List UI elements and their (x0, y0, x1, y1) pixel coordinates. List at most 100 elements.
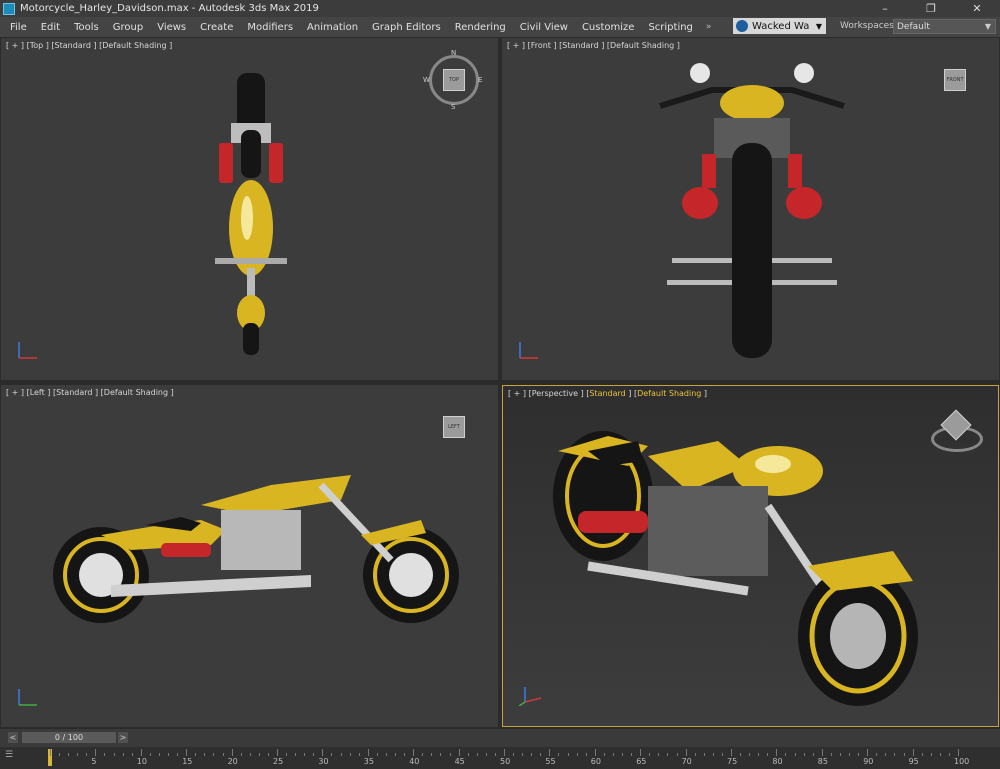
track-tick-line (376, 753, 378, 756)
track-tick-line (758, 753, 760, 756)
track-tick-line (213, 753, 215, 756)
track-tick-line (277, 749, 278, 756)
viewport-front-label[interactable]: [ + ] [Front ] [Standard ] [Default Shad… (507, 41, 680, 50)
user-icon (736, 20, 748, 32)
minimize-button[interactable]: – (862, 0, 908, 17)
track-tick-label: 10 (136, 757, 147, 766)
track-tick-line (876, 753, 878, 756)
track-tick-line (95, 749, 97, 756)
track-tick-line (77, 753, 79, 756)
track-tick-line (113, 753, 115, 756)
menu-rendering[interactable]: Rendering (448, 22, 513, 33)
track-tick-line (867, 749, 869, 756)
viewport-perspective[interactable]: [ + ] [Perspective ] [Standard ] [Defaul… (502, 385, 999, 727)
menu-customize[interactable]: Customize (575, 22, 642, 33)
viewport-top-label[interactable]: [ + ] [Top ] [Standard ] [Default Shadin… (6, 41, 172, 50)
compass-west: W (423, 76, 430, 84)
menu-edit[interactable]: Edit (34, 22, 67, 33)
track-tick-line (576, 753, 578, 756)
track-tick-line (304, 753, 306, 756)
viewport-left-label[interactable]: [ + ] [Left ] [Standard ] [Default Shadi… (6, 388, 174, 397)
axis-gizmo (518, 687, 542, 706)
track-tick-line (658, 753, 660, 756)
track-tick-line (158, 753, 160, 756)
track-bar[interactable]: ☰ 5 10 15 20 25 30 35 40 45 50 55 60 65 70 75 80 85 90 95 1… (0, 747, 1000, 769)
track-tick-line (195, 753, 197, 756)
track-tick-line (131, 753, 133, 756)
workspaces-label: Workspaces: (840, 21, 897, 31)
time-slider-bar: < 0 / 100 > (0, 729, 1000, 747)
menu-graph-editors[interactable]: Graph Editors (365, 22, 448, 33)
next-frame-button[interactable]: > (118, 732, 128, 743)
track-tick-line (422, 753, 424, 756)
track-tick-line (930, 753, 932, 756)
track-tick-label: 35 (363, 757, 374, 766)
menu-views[interactable]: Views (150, 22, 193, 33)
track-tick-label: 75 (727, 757, 738, 766)
track-tick-line (140, 749, 142, 756)
motorcycle-top-view[interactable] (201, 68, 301, 358)
label-default-shading[interactable]: Default Shading (637, 389, 701, 398)
viewcube-top[interactable]: TOP (443, 69, 465, 91)
menu-tools[interactable]: Tools (67, 22, 106, 33)
track-tick-line (485, 753, 487, 756)
menu-scripting[interactable]: Scripting (641, 22, 699, 33)
menu-overflow-icon[interactable]: » (706, 22, 712, 32)
track-tick-line (168, 753, 170, 756)
track-tick-line (267, 753, 269, 756)
menu-group[interactable]: Group (106, 22, 150, 33)
track-tick-line (948, 753, 950, 756)
menu-modifiers[interactable]: Modifiers (240, 22, 300, 33)
label-suffix: ] (701, 389, 708, 398)
track-bar-toggle-icon[interactable]: ☰ (5, 750, 13, 760)
menu-civil-view[interactable]: Civil View (513, 22, 575, 33)
label-standard[interactable]: Standard (589, 389, 625, 398)
menu-create[interactable]: Create (193, 22, 240, 33)
viewport-front[interactable]: [ + ] [Front ] [Standard ] [Default Shad… (502, 38, 999, 380)
track-tick-line (122, 753, 124, 756)
viewport-perspective-label[interactable]: [ + ] [Perspective ] [Standard ] [Defaul… (508, 389, 707, 398)
time-slider[interactable]: 0 / 100 (22, 732, 116, 743)
track-tick-line (912, 749, 914, 756)
menu-animation[interactable]: Animation (300, 22, 365, 33)
track-tick-label: 90 (863, 757, 874, 766)
track-tick-line (731, 749, 732, 756)
viewport-left[interactable]: [ + ] [Left ] [Standard ] [Default Shadi… (1, 385, 498, 727)
track-tick-line (567, 753, 569, 756)
track-tick-line (540, 753, 542, 756)
viewcube-left[interactable]: LEFT (443, 416, 465, 438)
track-tick-line (59, 753, 61, 756)
track-tick-line (222, 753, 224, 756)
previous-frame-button[interactable]: < (8, 732, 18, 743)
axis-gizmo (18, 689, 37, 706)
motorcycle-front-view[interactable] (652, 58, 852, 358)
track-tick-line (249, 753, 251, 756)
menu-file[interactable]: File (0, 22, 34, 33)
viewcube-front[interactable]: FRONT (944, 69, 966, 91)
chevron-down-icon: ▼ (815, 21, 822, 31)
track-tick-label: 5 (91, 757, 97, 766)
axis-gizmo (519, 342, 538, 359)
track-tick-line (549, 749, 551, 756)
track-tick-line (640, 749, 642, 756)
track-tick-label: 40 (409, 757, 420, 766)
workspace-select[interactable]: Default ▼ (893, 19, 996, 34)
track-tick-line (395, 753, 397, 756)
maximize-button[interactable]: ❐ (908, 0, 954, 17)
track-tick-line (531, 753, 533, 756)
track-tick-line (858, 753, 860, 756)
motorcycle-left-view[interactable] (51, 465, 471, 635)
track-tick-line (467, 753, 469, 756)
track-tick-line (149, 753, 151, 756)
user-account-dropdown[interactable]: Wacked Wa ▼ (733, 18, 826, 34)
viewport-top[interactable]: [ + ] [Top ] [Standard ] [Default Shadin… (1, 38, 498, 380)
compass-north: N (451, 49, 457, 57)
motorcycle-perspective-view[interactable] (548, 406, 928, 706)
track-tick-label: 30 (318, 757, 329, 766)
track-tick-line (776, 749, 778, 756)
track-tick-line (903, 753, 905, 756)
track-tick-line (258, 753, 260, 756)
track-tick-label: 100 (954, 757, 970, 766)
track-tick-line (331, 753, 333, 756)
close-button[interactable]: ✕ (954, 0, 1000, 17)
